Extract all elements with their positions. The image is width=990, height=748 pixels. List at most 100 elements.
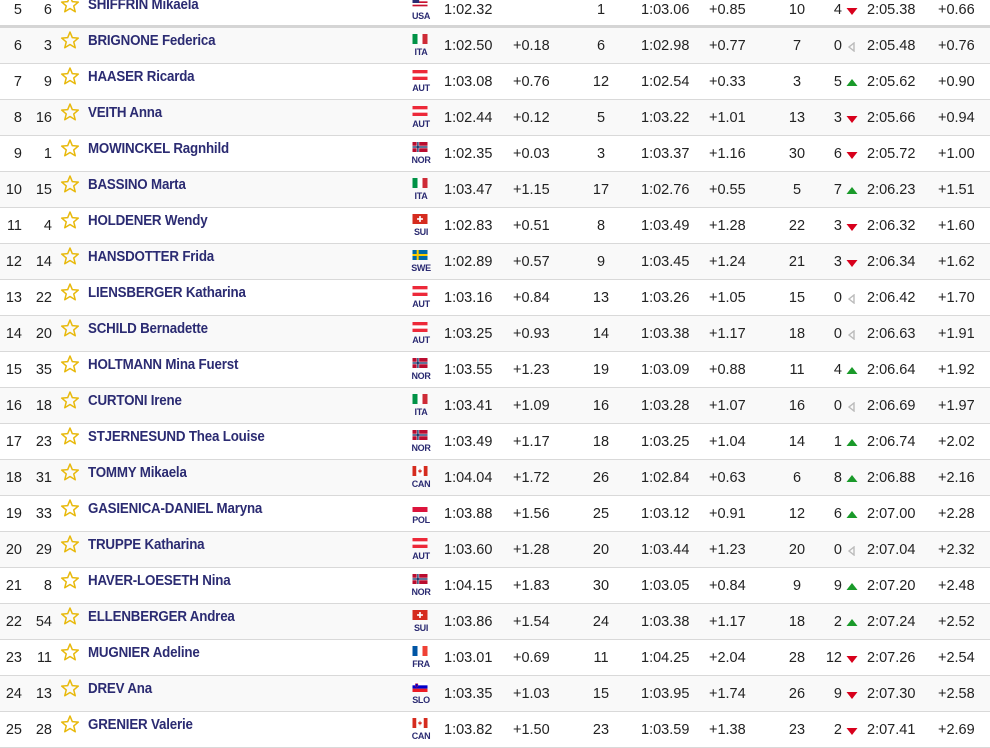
athlete-name-link[interactable]: TOMMY Mikaela (88, 465, 187, 481)
run2-rank: 25 (592, 506, 610, 522)
favorite-star-icon[interactable] (60, 534, 82, 556)
athlete-name-link[interactable]: TRUPPE Katharina (88, 537, 205, 553)
total-time: 2:06.32 (867, 218, 916, 234)
favorite-star-icon[interactable] (60, 354, 82, 376)
run1-diff: +1.15 (513, 182, 550, 198)
athlete-name-link[interactable]: MOWINCKEL Ragnhild (88, 141, 229, 157)
total-time: 2:07.20 (867, 578, 916, 594)
favorite-star-icon[interactable] (60, 462, 82, 484)
athlete-name-link[interactable]: DREV Ana (88, 681, 152, 697)
athlete-name-link[interactable]: ELLENBERGER Andrea (88, 609, 235, 625)
rank-cell: 8 (13, 110, 22, 126)
total-time: 2:06.69 (867, 398, 916, 414)
favorite-star-icon[interactable] (60, 714, 82, 736)
athlete-name-link[interactable]: HOLTMANN Mina Fuerst (88, 357, 238, 373)
athlete-name-link[interactable]: BRIGNONE Federica (88, 33, 216, 49)
run2-diff: +1.16 (709, 146, 746, 162)
favorite-star-icon[interactable] (60, 66, 82, 88)
total-time: 2:05.66 (867, 110, 916, 126)
favorite-star-icon[interactable] (60, 390, 82, 412)
table-row: 24 13 DREV Ana SLO 1:03.35 +1.03 15 1:03… (0, 676, 990, 712)
table-row: 20 29 TRUPPE Katharina AUT 1:03.60 +1.28… (0, 532, 990, 568)
favorite-star-icon[interactable] (60, 282, 82, 304)
total-time: 2:05.72 (867, 146, 916, 162)
rank-cell: 15 (5, 362, 22, 378)
favorite-star-icon[interactable] (60, 642, 82, 664)
favorite-star-icon[interactable] (60, 210, 82, 232)
bib-cell: 1 (43, 146, 52, 162)
total-time: 2:07.04 (867, 542, 916, 558)
rank-cell: 23 (5, 650, 22, 666)
athlete-name-link[interactable]: LIENSBERGER Katharina (88, 285, 246, 301)
rank-cell: 5 (13, 2, 22, 18)
run1-time: 1:04.04 (444, 470, 493, 486)
athlete-name-link[interactable]: BASSINO Marta (88, 177, 186, 193)
run1-time: 1:03.01 (444, 650, 493, 666)
nation-code: CAN (411, 479, 431, 489)
favorite-star-icon[interactable] (60, 246, 82, 268)
athlete-name-link[interactable]: STJERNESUND Thea Louise (88, 429, 265, 445)
table-row: 13 22 LIENSBERGER Katharina AUT 1:03.16 … (0, 280, 990, 316)
athlete-name-link[interactable]: GASIENICA-DANIEL Maryna (88, 501, 262, 517)
table-row: 5 6 SHIFFRIN Mikaela USA 1:02.32 1 1:03.… (0, 0, 990, 28)
nation-flag: NOR (411, 142, 431, 165)
favorite-star-icon[interactable] (60, 570, 82, 592)
favorite-star-icon[interactable] (60, 426, 82, 448)
rank-cell: 25 (5, 722, 22, 738)
triangle-down-icon (846, 112, 858, 123)
points-cell: 16 (788, 398, 806, 414)
nation-flag: ITA (411, 394, 431, 417)
favorite-star-icon[interactable] (60, 498, 82, 520)
athlete-name-link[interactable]: MUGNIER Adeline (88, 645, 200, 661)
nation-code: NOR (411, 587, 431, 597)
athlete-name-link[interactable]: HOLDENER Wendy (88, 213, 208, 229)
run1-diff: +1.56 (513, 506, 550, 522)
table-row: 8 16 VEITH Anna AUT 1:02.44 +0.12 5 1:03… (0, 100, 990, 136)
athlete-name-link[interactable]: CURTONI Irene (88, 393, 182, 409)
athlete-name-link[interactable]: HAVER-LOESETH Nina (88, 573, 231, 589)
run2-rank: 26 (592, 470, 610, 486)
run2-rank: 13 (592, 290, 610, 306)
run2-time: 1:03.12 (641, 506, 690, 522)
rank-cell: 22 (5, 614, 22, 630)
flag-icon (412, 394, 430, 406)
total-diff: +1.00 (938, 146, 975, 162)
points-cell: 6 (792, 470, 802, 486)
athlete-name-link[interactable]: SHIFFRIN Mikaela (88, 0, 199, 13)
triangle-up-icon (846, 436, 858, 446)
run2-time: 1:03.44 (641, 542, 690, 558)
bib-cell: 29 (35, 542, 52, 558)
nation-flag: FRA (411, 646, 431, 669)
run2-diff: +0.91 (709, 506, 746, 522)
run2-diff: +0.55 (709, 182, 746, 198)
total-diff: +1.70 (938, 290, 975, 306)
bib-cell: 15 (35, 182, 52, 198)
favorite-star-icon[interactable] (60, 0, 82, 16)
athlete-name-link[interactable]: VEITH Anna (88, 105, 162, 121)
athlete-name-link[interactable]: HAASER Ricarda (88, 69, 195, 85)
athlete-name-link[interactable]: SCHILD Bernadette (88, 321, 208, 337)
favorite-star-icon[interactable] (60, 678, 82, 700)
favorite-star-icon[interactable] (60, 138, 82, 160)
nation-code: SLO (412, 695, 430, 705)
favorite-star-icon[interactable] (60, 318, 82, 340)
favorite-star-icon[interactable] (60, 102, 82, 124)
run1-time: 1:03.47 (444, 182, 493, 198)
run2-rank: 30 (592, 578, 610, 594)
run1-time: 1:03.49 (444, 434, 493, 450)
points-cell: 15 (788, 290, 806, 306)
nation-flag: NOR (411, 574, 431, 597)
run2-rank: 19 (592, 362, 610, 378)
athlete-name-link[interactable]: GRENIER Valerie (88, 717, 193, 733)
run2-diff: +1.05 (709, 290, 746, 306)
athlete-name-link[interactable]: HANSDOTTER Frida (88, 249, 214, 265)
nation-code: POL (412, 515, 430, 525)
rank-cell: 14 (5, 326, 22, 342)
table-row: 17 23 STJERNESUND Thea Louise NOR 1:03.4… (0, 424, 990, 460)
rank-cell: 13 (5, 290, 22, 306)
run2-diff: +1.17 (709, 326, 746, 342)
favorite-star-icon[interactable] (60, 606, 82, 628)
favorite-star-icon[interactable] (60, 174, 82, 196)
bib-cell: 3 (43, 38, 52, 54)
favorite-star-icon[interactable] (60, 30, 82, 52)
